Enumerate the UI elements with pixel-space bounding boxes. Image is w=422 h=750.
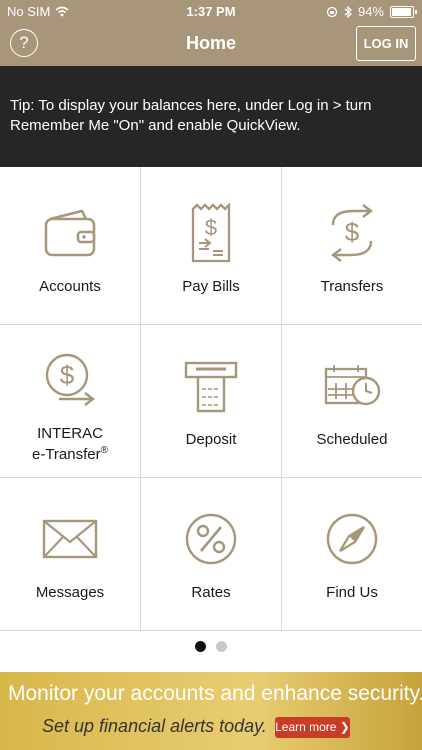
wallet-icon	[44, 209, 96, 257]
login-button[interactable]: LOG IN	[356, 26, 416, 61]
status-bar: No SIM 1:37 PM 94%	[0, 0, 422, 22]
tile-label-line1: INTERAC	[37, 425, 103, 442]
page-dot-1[interactable]	[195, 641, 206, 652]
tile-interac-etransfer[interactable]: $ INTERAC e-Transfer®	[0, 325, 141, 478]
orientation-lock-icon	[326, 6, 338, 17]
tile-label: INTERAC e-Transfer®	[0, 425, 140, 463]
tile-label: Scheduled	[316, 431, 388, 448]
tile-transfers[interactable]: $ Transfers	[282, 167, 422, 325]
tile-label: Deposit	[185, 431, 237, 448]
tile-label: Find Us	[326, 584, 378, 601]
tile-find-us[interactable]: Find Us	[282, 478, 422, 630]
tile-label: Transfers	[320, 278, 384, 295]
tile-messages[interactable]: Messages	[0, 478, 141, 630]
tile-pay-bills[interactable]: $ Pay Bills	[141, 167, 282, 325]
envelope-icon	[42, 519, 98, 559]
tile-label: Messages	[35, 584, 105, 601]
menu-grid: Accounts $ Pay Bills $ Transfers $ INTER…	[0, 167, 422, 631]
percent-icon	[185, 513, 237, 565]
svg-text:$: $	[345, 217, 360, 247]
tile-rates[interactable]: Rates	[141, 478, 282, 630]
tile-scheduled[interactable]: Scheduled	[282, 325, 422, 478]
bill-icon: $	[191, 203, 231, 263]
tile-accounts[interactable]: Accounts	[0, 167, 141, 325]
nav-bar: ? Home LOG IN	[0, 22, 422, 66]
learn-more-button[interactable]: Learn more ❯	[275, 717, 350, 738]
tile-label: Pay Bills	[182, 278, 240, 295]
quickview-tip: Tip: To display your balances here, unde…	[0, 66, 422, 167]
compass-icon	[326, 513, 378, 565]
transfer-icon: $	[331, 204, 373, 262]
tile-deposit[interactable]: Deposit	[141, 325, 282, 478]
banner-subline: Set up financial alerts today.	[42, 716, 267, 736]
battery-icon	[390, 5, 417, 18]
battery-percent: 94%	[357, 4, 384, 19]
tile-label: Rates	[191, 584, 231, 601]
registered-mark: ®	[100, 445, 108, 456]
promo-banner[interactable]: Monitor your accounts and enhance securi…	[0, 672, 422, 750]
banner-headline: Monitor your accounts and enhance securi…	[8, 682, 422, 705]
deposit-icon	[184, 361, 238, 413]
svg-text:$: $	[60, 360, 75, 390]
tile-label: Accounts	[39, 278, 101, 295]
etransfer-icon: $	[45, 353, 95, 406]
tile-label-line2: e-Transfer	[31, 446, 101, 463]
svg-text:$: $	[205, 215, 217, 240]
page-dot-2[interactable]	[216, 641, 227, 652]
bluetooth-icon	[344, 5, 352, 18]
calendar-clock-icon	[324, 365, 381, 406]
page-indicator[interactable]	[0, 641, 422, 652]
